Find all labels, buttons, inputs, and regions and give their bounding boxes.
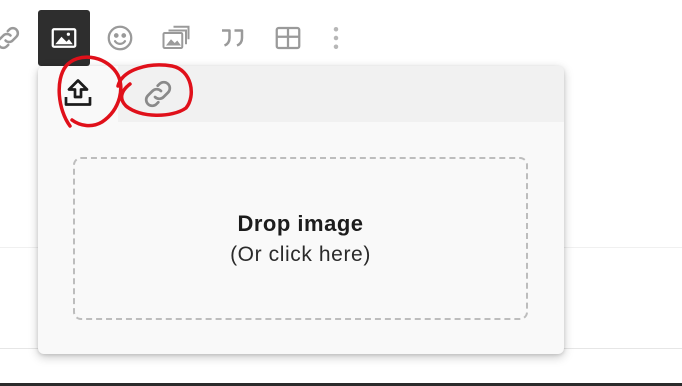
tab-upload[interactable] — [38, 66, 118, 122]
insert-table-button[interactable] — [262, 10, 314, 66]
link-icon — [144, 80, 172, 108]
image-icon — [51, 28, 77, 48]
insert-image-button[interactable] — [38, 10, 90, 66]
quote-icon — [222, 29, 244, 47]
image-dropzone[interactable]: Drop image (Or click here) — [73, 157, 528, 320]
emoji-icon — [107, 25, 133, 51]
tab-link[interactable] — [118, 66, 198, 122]
more-vertical-icon — [333, 27, 339, 49]
editor-toolbar — [0, 10, 682, 66]
upload-icon — [64, 79, 92, 106]
image-insert-popover: Drop image (Or click here) — [38, 66, 564, 354]
insert-quote-button[interactable] — [206, 10, 258, 66]
more-options-button[interactable] — [311, 10, 361, 66]
dropzone-subtitle: (Or click here) — [230, 242, 371, 266]
link-icon — [0, 26, 20, 50]
table-icon — [275, 26, 301, 50]
insert-emoji-button[interactable] — [94, 10, 146, 66]
dropzone-title: Drop image — [237, 210, 364, 236]
image-source-tabs — [38, 66, 564, 122]
insert-gallery-button[interactable] — [150, 10, 202, 66]
gallery-icon — [162, 25, 190, 49]
insert-link-button[interactable] — [0, 10, 34, 66]
